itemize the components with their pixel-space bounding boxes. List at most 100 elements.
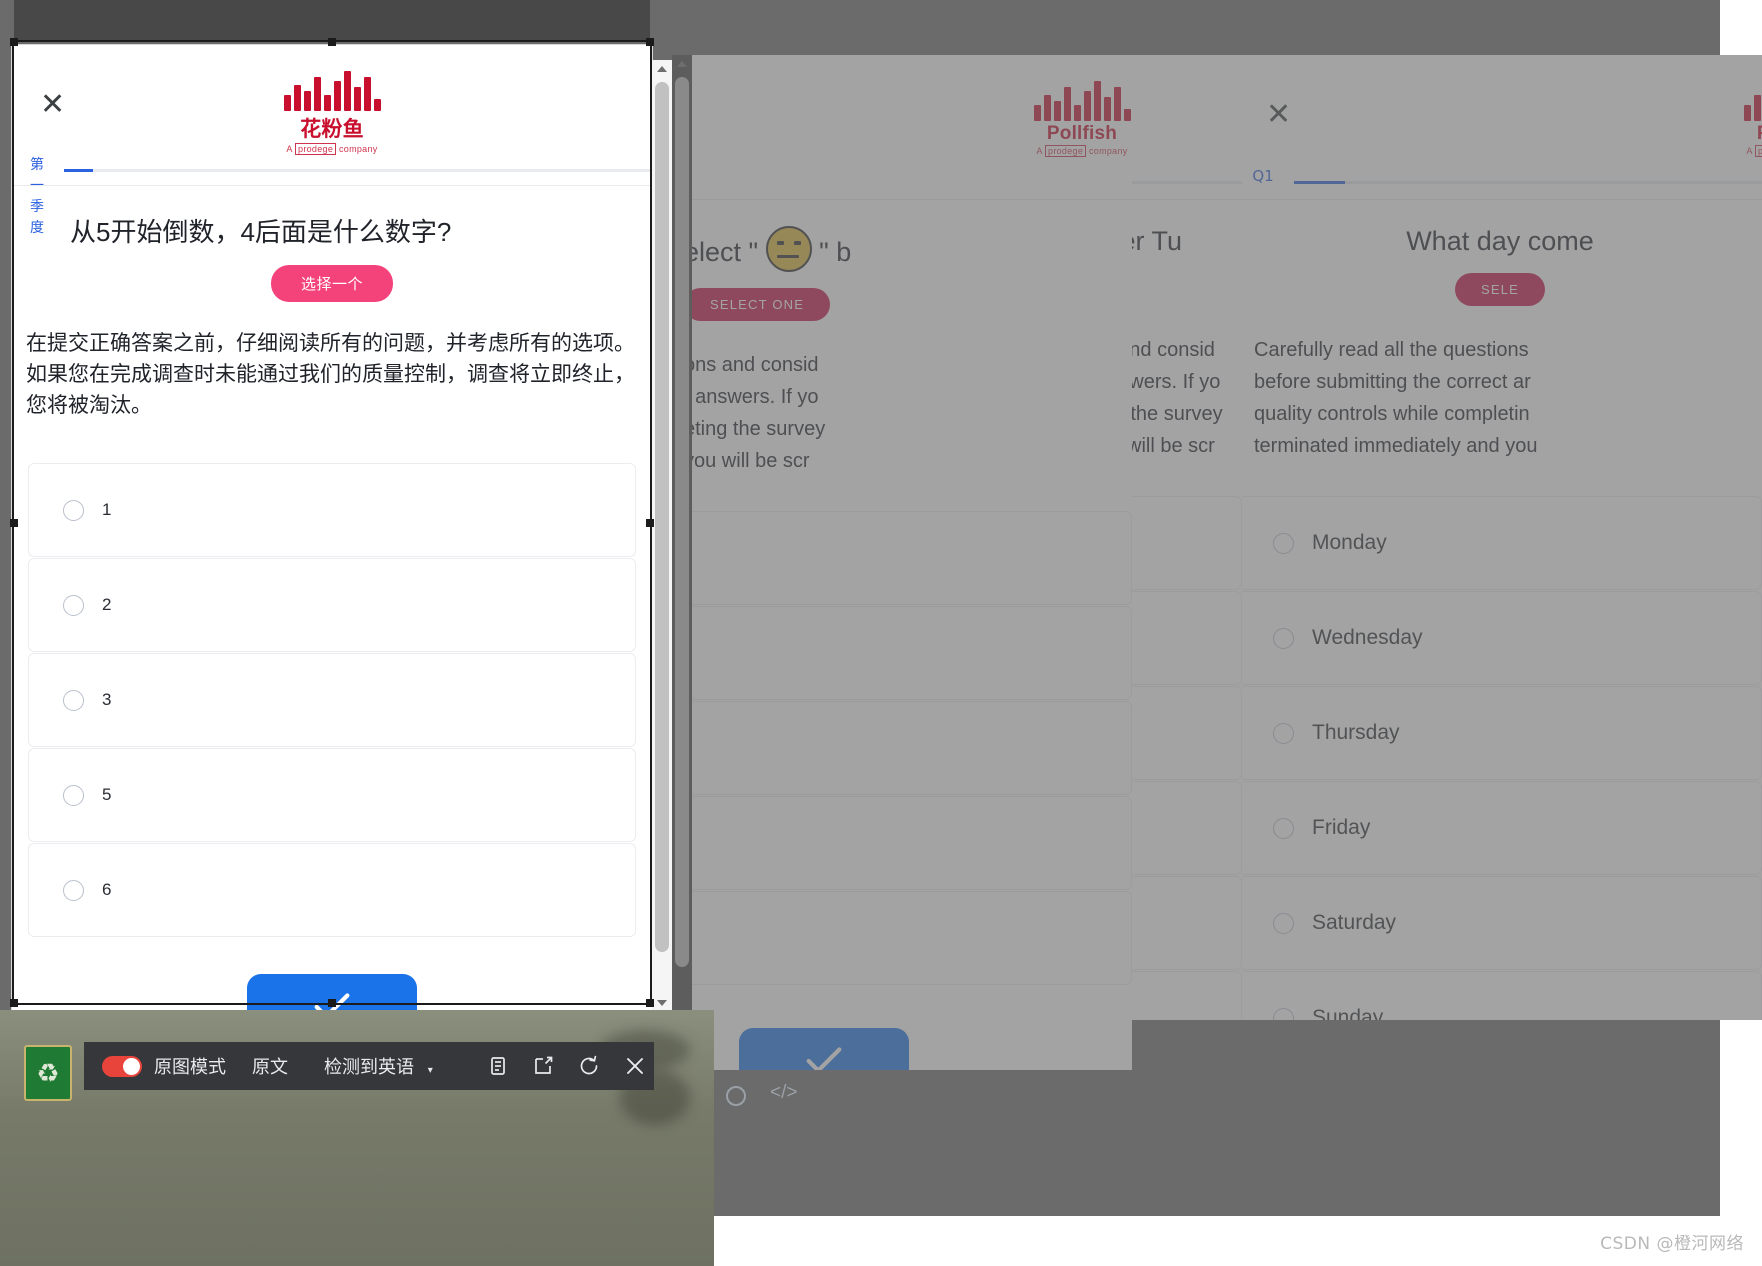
answer-option[interactable]: Sunday [1238,971,1762,1020]
desktop-icon[interactable]: ♻ [24,1045,72,1101]
answer-option[interactable]: 6 [28,843,636,937]
toggle-knob [123,1057,140,1075]
original-image-mode-toggle[interactable] [102,1055,142,1077]
radio-icon[interactable] [63,784,84,806]
copy-icon[interactable] [485,1054,509,1078]
answer-option[interactable]: 3 [28,653,636,747]
question-title-prefix: elect " [684,237,759,267]
radio-icon[interactable] [63,879,84,901]
progress-track [1294,181,1762,184]
radio-icon[interactable] [1273,817,1294,839]
answer-option-label: Friday [1312,816,1371,839]
progress-track [64,169,652,172]
toolbar-action-icons [485,1054,647,1078]
answer-option[interactable]: Thursday [1238,686,1762,780]
survey-panel-2[interactable]: Pollfish A prodege company elect " " b S… [684,55,1132,1070]
answer-option[interactable]: Saturday [1238,876,1762,970]
answer-option[interactable] [684,701,1132,795]
answer-option-label: Wednesday [1312,626,1423,649]
answer-option[interactable]: Monday [1238,496,1762,590]
huafenyu-logo: 花粉鱼 A prodege company [212,67,452,155]
radio-icon[interactable] [1273,532,1294,554]
scroll-up-arrow[interactable] [652,60,672,78]
instructions-line: before submitting the correct ar [1254,371,1531,393]
neutral-face-emoji-icon [765,226,812,272]
answer-option[interactable] [684,511,1132,605]
front-progress-bar: 第一季度 [12,155,652,236]
radio-icon[interactable] [1273,722,1294,744]
survey-panel-4[interactable]: ✕ Pollfish A prodege company Q1 What day… [1238,55,1762,1020]
front-panel-header: ✕ 花粉鱼 A prodege company [12,45,652,155]
submit-button[interactable] [739,1028,909,1070]
logo-tagline-prefix: A [1746,146,1753,156]
logo-bars-icon [212,67,452,111]
survey-panel-front[interactable]: ✕ 花粉鱼 A prodege company 第一季度 从5开始倒数，4后面是… [12,45,652,1010]
browser-scrollbar[interactable] [672,55,692,1070]
answer-option[interactable]: 2 [28,558,636,652]
close-icon[interactable] [623,1054,647,1078]
close-icon[interactable]: ✕ [1266,100,1291,130]
question-title-suffix: " b [819,237,852,267]
answer-options-list: Monday Wednesday Thursday Friday Saturda… [1238,496,1762,1020]
answer-option-label: Saturday [1312,911,1397,934]
submit-button[interactable] [247,974,417,1010]
scroll-up-arrow[interactable] [672,55,692,73]
instructions-line: terminated immediately and you [1254,435,1538,457]
radio-icon[interactable] [63,594,84,616]
answer-options-list: 1 2 3 5 6 [12,463,652,937]
logo-tagline: A prodege company [962,145,1132,157]
answer-option[interactable] [684,606,1132,700]
answer-option-label: Thursday [1312,721,1400,744]
instructions-text: ons and consid t answers. If yo eting th… [684,321,1132,477]
radio-icon[interactable] [726,1086,746,1106]
logo-tagline: A prodege company [1672,145,1762,157]
select-one-badge[interactable]: SELE [1454,273,1546,306]
translate-toolbar[interactable]: 原图模式 原文 检测到英语 ▾ [84,1042,654,1090]
radio-icon[interactable] [1273,912,1294,934]
logo-tagline-prefix: A [286,144,293,154]
modal-scrollbar[interactable] [652,60,672,1012]
radio-icon[interactable] [1273,1007,1294,1020]
retranslate-icon[interactable] [577,1054,601,1078]
radio-icon[interactable] [63,689,84,711]
answer-option[interactable]: 5 [28,748,636,842]
edit-icon[interactable] [531,1054,555,1078]
question-title: What day come [1406,226,1594,256]
answer-option[interactable] [684,796,1132,890]
progress-fill [1294,181,1346,184]
select-one-badge[interactable]: 选择一个 [270,265,393,302]
answer-option[interactable] [684,891,1132,985]
logo-bars-icon [1672,77,1762,121]
code-icon[interactable]: </> [770,1082,797,1104]
detected-language-dropdown[interactable]: 检测到英语 ▾ [324,1053,433,1079]
answer-option-label: Monday [1312,531,1387,554]
logo-tagline: A prodege company [212,143,452,155]
close-icon[interactable]: ✕ [40,90,65,120]
answer-option-label: 5 [102,785,112,804]
csdn-watermark: CSDN @橙河网络 [1600,1234,1744,1254]
instructions-line: Carefully read all the questions [1254,339,1529,361]
logo-tagline-boxed: prodege [1755,145,1762,157]
radio-icon[interactable] [63,499,84,521]
answer-option[interactable]: 1 [28,463,636,557]
radio-icon[interactable] [1273,627,1294,649]
logo-tagline-prefix: A [1036,146,1043,156]
select-one-badge[interactable]: SELECT ONE [684,288,831,321]
instructions-line: ons and consid [684,354,819,376]
question-number-label: 第一季度 [30,157,44,236]
logo-wordmark: 花粉鱼 [300,117,364,141]
answer-option[interactable]: Friday [1238,781,1762,875]
logo-tagline-suffix: company [338,144,378,154]
original-image-mode-label[interactable]: 原图模式 [154,1053,226,1079]
chevron-down-icon: ▾ [427,1065,433,1076]
answer-option-label: 2 [102,595,112,614]
scrollbar-thumb[interactable] [675,77,689,967]
answer-option[interactable]: Wednesday [1238,591,1762,685]
original-text-button[interactable]: 原文 [252,1053,288,1079]
check-icon [314,993,350,1010]
answer-option-label: 1 [102,500,112,519]
instructions-line: quality controls while completin [1254,403,1530,425]
instructions-line: you will be scr [684,450,810,472]
question-number-label: Q1 [1252,167,1274,185]
scrollbar-thumb[interactable] [655,82,669,952]
